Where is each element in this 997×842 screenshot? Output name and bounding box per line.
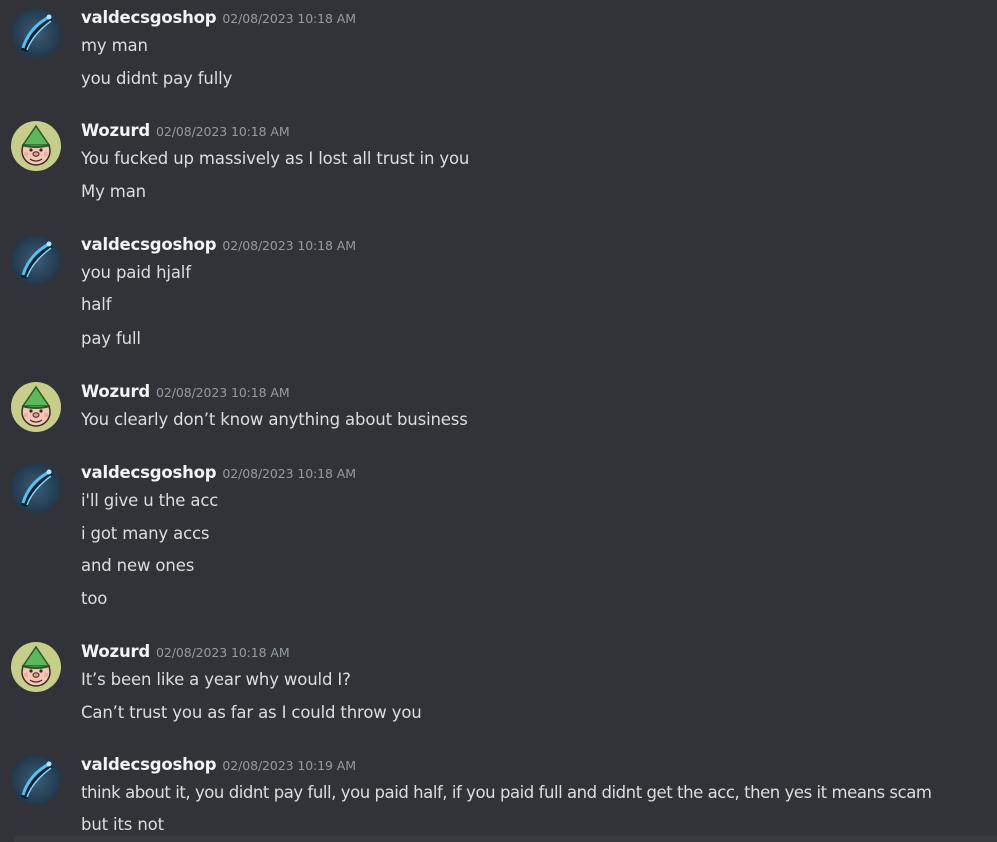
message-text: think about it, you didnt pay full, you … [81, 783, 932, 802]
timestamp: 02/08/2023 10:18 AM [156, 124, 290, 139]
message-input-bar[interactable] [14, 836, 997, 842]
valde-avatar-icon[interactable] [11, 463, 61, 513]
chat-messages: valdecsgoshop 02/08/2023 10:18 AM my man … [0, 0, 997, 842]
message-text: You clearly don’t know anything about bu… [81, 410, 468, 429]
username[interactable]: valdecsgoshop [81, 755, 217, 774]
message-text: and new ones [81, 556, 195, 575]
timestamp: 02/08/2023 10:18 AM [156, 645, 290, 660]
username[interactable]: valdecsgoshop [81, 8, 217, 27]
message-text: It’s been like a year why would I? [81, 670, 351, 689]
wozurd-avatar-icon[interactable] [11, 382, 61, 432]
message-text: You fucked up massively as I lost all tr… [81, 149, 470, 168]
message-text: my man [81, 36, 148, 55]
username[interactable]: valdecsgoshop [81, 463, 217, 482]
valde-avatar-icon[interactable] [11, 235, 61, 285]
message-text: My man [81, 182, 146, 201]
message-text: but its not [81, 815, 164, 834]
wozurd-avatar-icon[interactable] [11, 121, 61, 171]
message-text: i got many accs [81, 524, 210, 543]
message-text: pay full [81, 329, 141, 348]
message-text: too [81, 589, 108, 608]
message-header: valdecsgoshop 02/08/2023 10:19 AM [81, 755, 356, 777]
wozurd-avatar-icon[interactable] [11, 642, 61, 692]
username[interactable]: Wozurd [81, 382, 150, 401]
message-text: Can’t trust you as far as I could throw … [81, 703, 422, 722]
message-header: valdecsgoshop 02/08/2023 10:18 AM [81, 463, 356, 485]
timestamp: 02/08/2023 10:18 AM [222, 11, 356, 26]
message-header: valdecsgoshop 02/08/2023 10:18 AM [81, 235, 356, 257]
message-header: Wozurd 02/08/2023 10:18 AM [81, 121, 290, 143]
message-text: you didnt pay fully [81, 69, 233, 88]
message-header: Wozurd 02/08/2023 10:18 AM [81, 382, 290, 404]
message-text: you paid hjalf [81, 263, 191, 282]
message-text: i'll give u the acc [81, 491, 219, 510]
timestamp: 02/08/2023 10:19 AM [222, 758, 356, 773]
valde-avatar-icon[interactable] [11, 8, 61, 58]
timestamp: 02/08/2023 10:18 AM [222, 238, 356, 253]
message-header: Wozurd 02/08/2023 10:18 AM [81, 642, 290, 664]
message-header: valdecsgoshop 02/08/2023 10:18 AM [81, 8, 356, 30]
username[interactable]: Wozurd [81, 642, 150, 661]
username[interactable]: Wozurd [81, 121, 150, 140]
timestamp: 02/08/2023 10:18 AM [222, 466, 356, 481]
valde-avatar-icon[interactable] [11, 755, 61, 805]
message-text: half [81, 295, 112, 314]
timestamp: 02/08/2023 10:18 AM [156, 385, 290, 400]
username[interactable]: valdecsgoshop [81, 235, 217, 254]
